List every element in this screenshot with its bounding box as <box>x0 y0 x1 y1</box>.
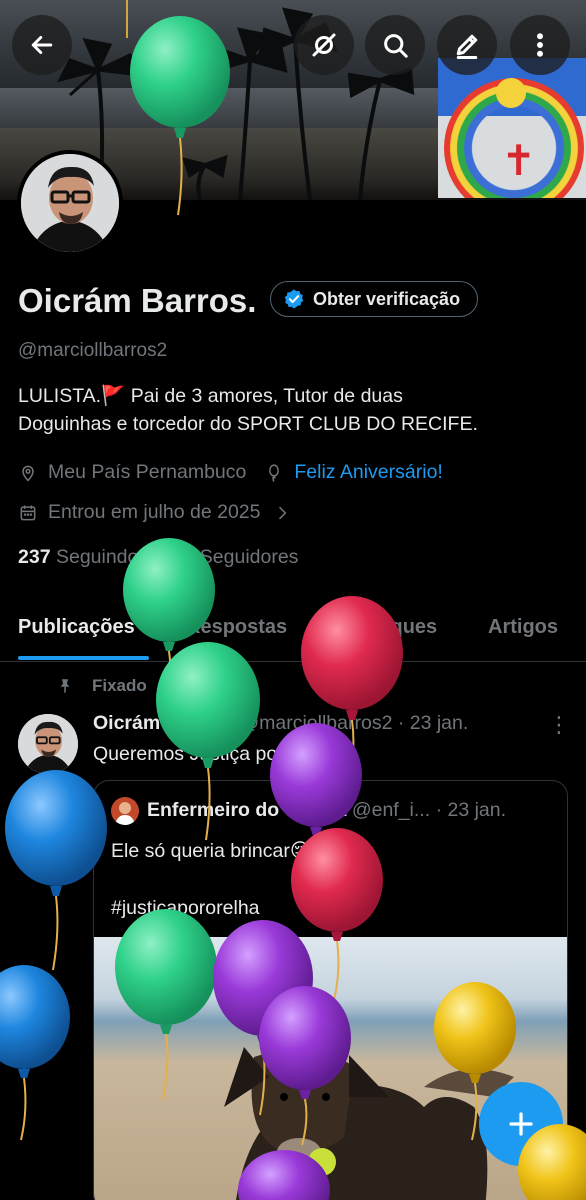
more-vertical-icon <box>537 33 544 57</box>
active-tab-indicator <box>18 656 149 660</box>
joined-date: Entrou em julho de 2025 <box>48 501 261 523</box>
follow-counts: 237 Seguindo 238 Seguidores <box>18 546 298 569</box>
followers-label: Seguidores <box>199 546 299 568</box>
calendar-icon <box>20 505 36 520</box>
profile-avatar[interactable] <box>17 150 123 256</box>
following-link[interactable]: 237 Seguindo <box>18 546 138 568</box>
no-eye-icon <box>312 33 336 57</box>
joined-row[interactable]: Entrou em julho de 2025 <box>18 501 292 524</box>
balloon <box>5 770 107 971</box>
pinned-label: Fixado <box>92 676 147 695</box>
post-header: Oicrám Barros. @marciollbarros2 · 23 jan… <box>93 712 468 735</box>
profile-bio: LULISTA.🚩 Pai de 3 amores, Tutor de duas… <box>18 382 578 438</box>
search-icon <box>384 34 408 58</box>
profile-tabs: Publicações Respostas Destaques Artigos <box>0 600 586 662</box>
location-pin-icon <box>22 465 34 482</box>
search-button[interactable] <box>365 15 425 75</box>
followers-link[interactable]: 238 Seguidores <box>162 546 299 568</box>
bio-line-1: LULISTA.🚩 Pai de 3 amores, Tutor de duas <box>18 385 403 407</box>
get-verified-button[interactable]: Obter verificação <box>270 281 479 317</box>
pinned-indicator: Fixado <box>56 676 147 696</box>
tab-destaques[interactable]: Destaques <box>336 616 437 639</box>
avatar-photo <box>21 154 119 252</box>
edit-icon <box>456 34 478 59</box>
profile-name: Oicrám Barros. <box>18 282 257 319</box>
more-button[interactable] <box>510 15 570 75</box>
quoted-author-avatar <box>111 797 139 825</box>
followers-count: 238 <box>161 546 195 568</box>
quoted-post-image[interactable] <box>94 937 567 1200</box>
post-handle-time: @marciollbarros2 · 23 jan. <box>239 712 469 734</box>
plus-icon <box>509 1112 533 1136</box>
profile-meta-row: Meu País Pernambuco Feliz Aniversário! <box>18 461 443 484</box>
post-author-avatar[interactable] <box>18 714 78 774</box>
post-avatar-photo <box>18 714 78 774</box>
tab-respostas[interactable]: Respostas <box>186 616 287 639</box>
grok-button[interactable] <box>294 15 354 75</box>
pin-icon <box>60 679 70 693</box>
quoted-post-text: Ele só queria brincar😔😔😢 <box>111 840 351 862</box>
verified-badge-icon <box>284 289 304 309</box>
quoted-author-name: Enfermeiro do Orelha <box>147 799 347 821</box>
get-verified-label: Obter verificação <box>313 288 461 309</box>
balloon-icon <box>269 463 280 482</box>
compose-fab-button[interactable] <box>479 1082 563 1166</box>
post-text: Queremos Justiça por Orelha <box>93 743 348 765</box>
birthday-link[interactable]: Feliz Aniversário! <box>294 461 442 484</box>
quoted-handle-time: @enf_i... · 23 jan. <box>351 799 507 821</box>
profile-handle: @marciollbarros2 <box>18 340 168 361</box>
quoted-post-header: Enfermeiro do Orelha @enf_i... · 23 jan. <box>147 799 506 822</box>
following-count: 237 <box>18 546 51 568</box>
post-author-name[interactable]: Oicrám Barros. <box>93 712 234 734</box>
following-label: Seguindo <box>55 546 139 568</box>
chevron-right-icon <box>279 506 287 519</box>
dog-photo <box>224 1047 514 1200</box>
tab-publicacoes[interactable]: Publicações <box>18 616 135 639</box>
back-button[interactable] <box>12 15 72 75</box>
post-more-icon[interactable]: ⋮ <box>548 712 570 738</box>
edit-button[interactable] <box>437 15 497 75</box>
pernambuco-flag-badge: ✝ <box>438 58 586 198</box>
tab-artigos[interactable]: Artigos <box>488 616 558 639</box>
quoted-post-hashtag[interactable]: #justiçapororelha <box>111 897 260 920</box>
balloon <box>0 965 70 1141</box>
arrow-left-icon <box>31 36 53 54</box>
profile-location: Meu País Pernambuco <box>48 461 247 483</box>
bio-line-2: Doguinhas e torcedor do SPORT CLUB DO RE… <box>18 413 478 435</box>
